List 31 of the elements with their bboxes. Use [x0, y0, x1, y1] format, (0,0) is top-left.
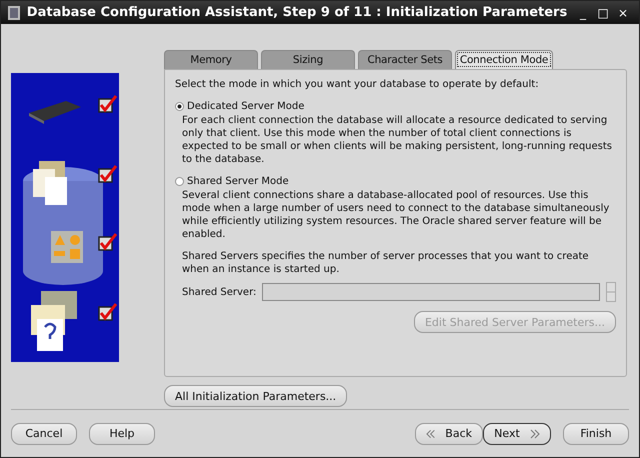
window-control[interactable]: □ [593, 6, 613, 20]
chevron-left-icon [426, 428, 436, 438]
window-title: Database Configuration Assistant, Step 9 of 11 : Initialization Parameters [26, 5, 568, 20]
mode-description: Several client connections share a database-allocated pool of resources. Use this mode when a large number of users need to connect to the database simultaneously while efficiently utilizing system resources. The Oracle shared server feature will be enabled. [182, 189, 610, 241]
tab[interactable]: Memory [164, 50, 258, 69]
tab[interactable]: Sizing [261, 50, 355, 69]
window-control[interactable]: × [613, 6, 633, 20]
radio-button[interactable] [175, 102, 184, 111]
intro-text: Select the mode in which you want your database to operate by default: [175, 78, 540, 91]
radio-button[interactable] [175, 177, 184, 186]
chip-icon [29, 101, 81, 124]
tab[interactable]: Connection Mode [455, 50, 553, 69]
footer-button[interactable]: Cancel [11, 422, 77, 444]
footer-button[interactable]: Help [89, 422, 155, 444]
back-button[interactable]: Back [415, 422, 483, 444]
radio-label: Shared Server Mode [187, 175, 289, 188]
tab[interactable]: Character Sets [358, 50, 452, 69]
chevron-right-icon [530, 428, 540, 438]
radio-label: Dedicated Server Mode [187, 100, 304, 113]
shared-servers-note: Shared Servers specifies the number of server processes that you want to create when an instance is started up. [182, 250, 590, 276]
window-control[interactable]: _ [573, 6, 593, 20]
help-documents-icon [31, 291, 77, 351]
next-button[interactable]: Next [483, 422, 551, 444]
documents-icon [33, 161, 67, 205]
spinner-icon[interactable] [606, 282, 616, 302]
app-icon [7, 4, 21, 20]
mode-description: For each client connection the database will allocate a resource dedicated to serving only that client. Use this mode when the number of total client connections is expected to be small or when clients will be making persistent, long-running requests to the database. [182, 114, 614, 166]
field-label: Shared Server: [182, 286, 256, 298]
all-initialization-parameters-button[interactable]: All Initialization Parameters... [164, 385, 348, 407]
finish-button[interactable]: Finish [563, 422, 629, 444]
shapes-icon [51, 231, 83, 263]
